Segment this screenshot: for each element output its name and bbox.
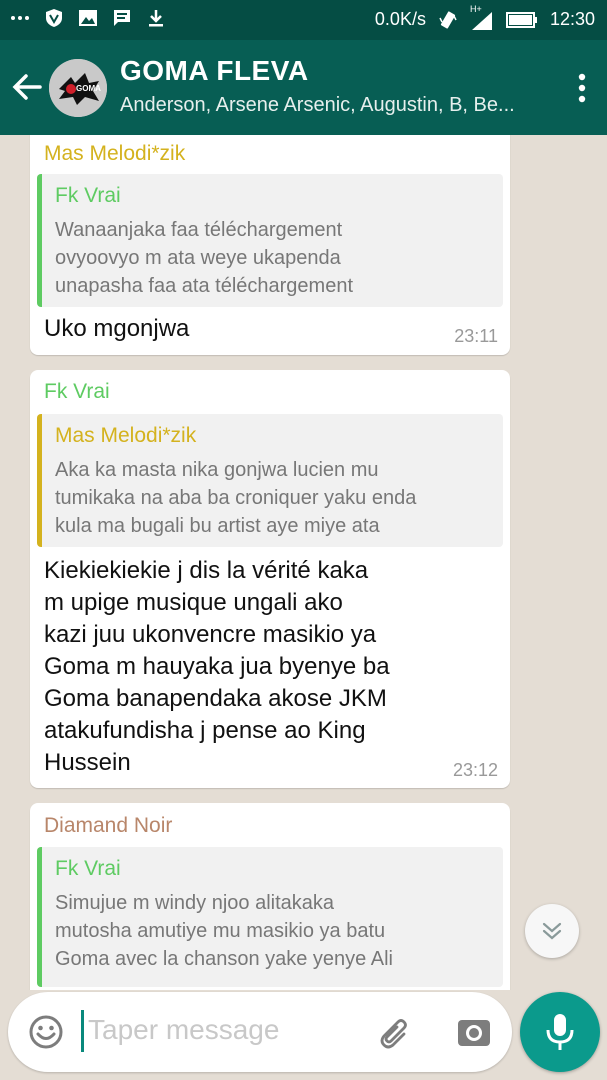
attach-icon[interactable]	[378, 1014, 414, 1050]
message-text: Kiekiekiekie j dis la vérité kaka m upig…	[44, 557, 390, 776]
chat-title[interactable]: GOMA FLEVA	[120, 55, 309, 87]
message-input[interactable]: Taper message	[88, 1014, 279, 1046]
download-icon	[149, 10, 163, 27]
emoji-icon[interactable]	[28, 1014, 64, 1050]
voice-message-button[interactable]	[520, 992, 600, 1072]
message-sender: Fk Vrai	[44, 380, 110, 403]
quoted-message[interactable]: Mas Melodi*zik Aka ka masta nika gonjwa …	[37, 414, 503, 547]
quote-bar	[37, 174, 42, 307]
quote-bar	[37, 847, 42, 987]
battery-icon	[505, 11, 537, 28]
message-icon	[114, 10, 130, 26]
overflow-menu-icon[interactable]	[577, 72, 587, 104]
image-icon	[79, 10, 97, 26]
message-list[interactable]: Mas Melodi*zik Fk Vrai Wanaanjaka faa té…	[0, 135, 607, 990]
double-chevron-down-icon	[542, 922, 562, 940]
signal-icon	[471, 11, 492, 30]
more-icon	[11, 16, 29, 20]
clock: 12:30	[549, 9, 595, 29]
message-sender: Mas Melodi*zik	[44, 142, 186, 165]
quoted-text: Simujue m windy njoo alitakaka mutosha a…	[55, 892, 393, 970]
quoted-message[interactable]: Fk Vrai Simujue m windy njoo alitakaka m…	[37, 847, 503, 987]
text-cursor	[81, 1010, 84, 1052]
message-time: 23:11	[454, 326, 498, 346]
chat-header: GOMA GOMA FLEVA Anderson, Arsene Arsenic…	[0, 40, 607, 135]
quote-bar	[37, 414, 42, 547]
quoted-sender: Mas Melodi*zik	[55, 424, 197, 447]
vibrate-icon	[439, 10, 457, 29]
quoted-text: Aka ka masta nika gonjwa lucien mu tumik…	[55, 459, 417, 537]
message-text: Uko mgonjwa	[44, 315, 190, 342]
back-arrow-icon[interactable]	[10, 70, 44, 104]
message-time: 23:12	[452, 760, 498, 780]
message-bubble[interactable]: Diamand Noir Fk Vrai Simujue m windy njo…	[30, 803, 510, 990]
network-speed: 0.0K/s	[374, 9, 426, 29]
message-bubble[interactable]: Fk Vrai Mas Melodi*zik Aka ka masta nika…	[30, 370, 510, 788]
signal-indicator: H+	[470, 4, 494, 30]
message-sender: Diamand Noir	[44, 814, 173, 837]
message-composer[interactable]: Taper message	[8, 992, 512, 1072]
quoted-sender: Fk Vrai	[55, 857, 121, 880]
message-bubble[interactable]: Mas Melodi*zik Fk Vrai Wanaanjaka faa té…	[30, 135, 510, 355]
quoted-text: Wanaanjaka faa téléchargement ovyoovyo m…	[55, 219, 353, 297]
avatar-text: GOMA	[76, 84, 101, 93]
group-avatar[interactable]: GOMA	[49, 59, 107, 117]
microphone-icon	[546, 1014, 574, 1050]
quoted-message[interactable]: Fk Vrai Wanaanjaka faa téléchargement ov…	[37, 174, 503, 307]
chat-participants[interactable]: Anderson, Arsene Arsenic, Augustin, B, B…	[120, 94, 515, 117]
status-bar: 0.0K/s H+ 12:30	[0, 0, 607, 40]
quoted-sender: Fk Vrai	[55, 184, 121, 207]
camera-icon[interactable]	[456, 1014, 492, 1050]
scroll-to-bottom-button[interactable]	[525, 904, 579, 958]
shield-icon	[46, 9, 62, 27]
